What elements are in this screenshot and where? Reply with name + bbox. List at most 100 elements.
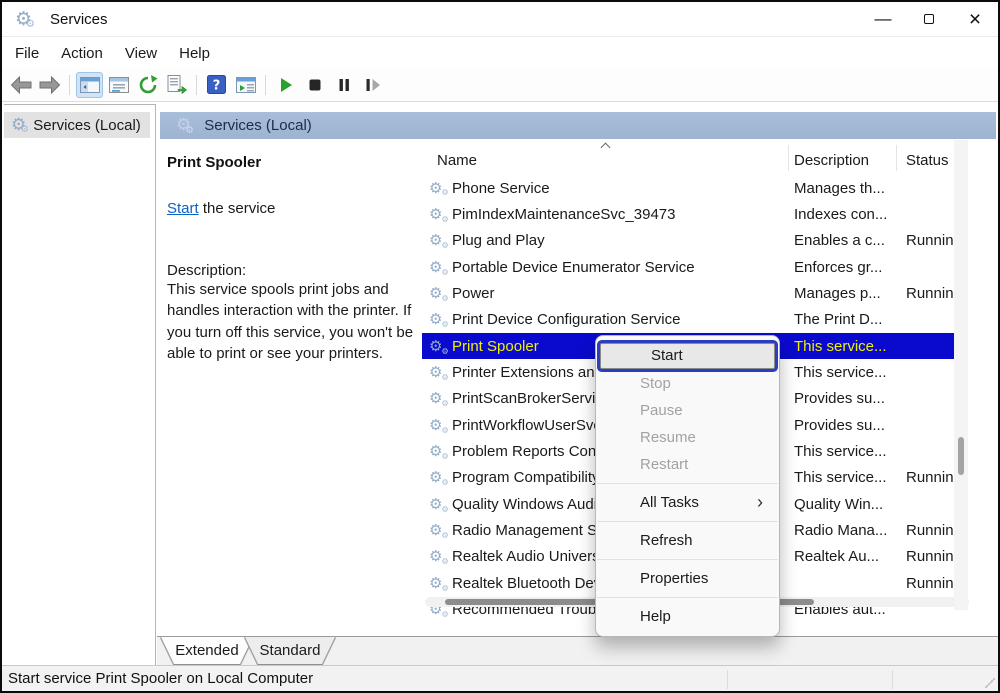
properties-window-icon[interactable]: [105, 72, 132, 98]
cell-description: Manages th...: [794, 180, 885, 197]
close-icon: ×: [969, 9, 981, 30]
back-arrow-icon[interactable]: [7, 72, 34, 98]
table-row[interactable]: PimIndexMaintenanceSvc_39473 Indexes con…: [422, 201, 955, 227]
tab-standard[interactable]: Standard: [245, 637, 335, 664]
services-window: Services — × File Action View Help: [0, 0, 1000, 693]
service-gear-icon: [429, 312, 449, 327]
service-gear-icon: [429, 444, 449, 459]
pane-header: Services (Local): [160, 112, 996, 139]
restart-service-icon[interactable]: [359, 72, 386, 98]
start-service-icon[interactable]: [272, 72, 299, 98]
gear-icon: [15, 10, 32, 29]
export-list-icon[interactable]: [163, 72, 190, 98]
vertical-scrollbar[interactable]: [954, 140, 968, 610]
gear-icon: [176, 117, 191, 134]
table-row[interactable]: Portable Device Enumerator Service Enfor…: [422, 254, 955, 280]
pane-header-title: Services (Local): [204, 117, 312, 134]
service-name-heading: Print Spooler: [167, 154, 422, 171]
menu-file[interactable]: File: [4, 42, 50, 65]
description-text: This service spools print jobs and handl…: [167, 279, 425, 364]
start-service-line-rest: the service: [199, 200, 276, 217]
menu-item-label: Start: [651, 347, 683, 364]
context-menu-item[interactable]: All Tasks ›: [596, 489, 779, 516]
cell-description: This service...: [794, 364, 887, 381]
cell-description: This service...: [794, 338, 887, 355]
service-gear-icon: [429, 339, 449, 354]
cell-name: PrintScanBrokerService: [452, 390, 611, 407]
table-row[interactable]: Print Device Configuration Service The P…: [422, 307, 955, 333]
titlebar: Services — ×: [2, 2, 998, 37]
column-header-description[interactable]: Description: [794, 152, 869, 169]
cell-name: Plug and Play: [452, 232, 545, 249]
stop-service-icon[interactable]: [301, 72, 328, 98]
service-detail-panel: Print Spooler Start the service Descript…: [167, 139, 422, 665]
show-action-pane-icon[interactable]: [232, 72, 259, 98]
context-menu-item[interactable]: Pause: [596, 397, 779, 424]
cell-description: Provides su...: [794, 390, 885, 407]
cell-name: Print Spooler: [452, 338, 539, 355]
service-gear-icon: [429, 181, 449, 196]
minimize-button[interactable]: —: [860, 2, 906, 36]
cell-description: This service...: [794, 469, 887, 486]
list-header: Name Description Status: [422, 139, 955, 175]
help-icon[interactable]: ?: [203, 72, 230, 98]
service-gear-icon: [429, 365, 449, 380]
toolbar: ?: [2, 68, 998, 102]
context-menu: Start Stop Pause: [595, 335, 780, 637]
menu-separator: [597, 483, 778, 484]
cell-description: Enables a c...: [794, 232, 885, 249]
close-button[interactable]: ×: [952, 2, 998, 36]
start-service-line: Start the service: [167, 200, 422, 217]
services-app-icon: [15, 10, 41, 29]
service-gear-icon: [429, 497, 449, 512]
table-row[interactable]: Phone Service Manages th...: [422, 175, 955, 201]
service-gear-icon: [429, 576, 449, 591]
column-divider[interactable]: [896, 145, 897, 171]
service-gear-icon: [429, 470, 449, 485]
table-row[interactable]: Power Manages p... Running: [422, 280, 955, 306]
context-menu-item[interactable]: Stop: [596, 370, 779, 397]
cell-description: Provides su...: [794, 417, 885, 434]
show-console-tree-icon[interactable]: [76, 72, 103, 98]
context-menu-item[interactable]: Start: [600, 343, 775, 369]
refresh-icon[interactable]: [134, 72, 161, 98]
menu-help[interactable]: Help: [168, 42, 221, 65]
cell-name: Power: [452, 285, 495, 302]
cell-description: Indexes con...: [794, 206, 887, 223]
cell-name: Phone Service: [452, 180, 550, 197]
sort-ascending-icon: [601, 143, 611, 153]
pause-service-icon[interactable]: [330, 72, 357, 98]
service-gear-icon: [429, 286, 449, 301]
maximize-button[interactable]: [906, 2, 952, 36]
start-service-link[interactable]: Start: [167, 200, 199, 217]
service-gear-icon: [429, 233, 449, 248]
vertical-scrollbar-thumb[interactable]: [958, 437, 964, 475]
context-menu-item[interactable]: Help: [596, 603, 779, 630]
cell-description: Enforces gr...: [794, 259, 882, 276]
menu-action[interactable]: Action: [50, 42, 114, 65]
window-title: Services: [50, 11, 108, 28]
submenu-chevron-icon: ›: [757, 489, 763, 516]
context-menu-item[interactable]: Resume: [596, 424, 779, 451]
service-gear-icon: [429, 207, 449, 222]
tab-extended[interactable]: Extended: [161, 637, 253, 664]
toolbar-separator: [265, 75, 266, 95]
column-divider[interactable]: [788, 145, 789, 171]
cell-description: Manages p...: [794, 285, 881, 302]
statusbar-pane-divider: [892, 670, 893, 689]
column-header-name[interactable]: Name: [437, 152, 477, 169]
context-menu-item[interactable]: Properties: [596, 565, 779, 592]
toolbar-separator: [69, 75, 70, 95]
forward-arrow-icon[interactable]: [36, 72, 63, 98]
resize-grip-icon[interactable]: [985, 678, 995, 688]
svg-text:?: ?: [213, 79, 221, 94]
console-tree-panel: Services (Local): [4, 104, 156, 665]
context-menu-item[interactable]: Restart: [596, 451, 779, 478]
view-tabs: Extended Standard: [157, 636, 998, 665]
menu-view[interactable]: View: [114, 42, 168, 65]
context-menu-item[interactable]: Refresh: [596, 527, 779, 554]
cell-description: The Print D...: [794, 311, 882, 328]
tree-item-services-local[interactable]: Services (Local): [4, 112, 150, 138]
column-header-status[interactable]: Status: [906, 152, 949, 169]
table-row[interactable]: Plug and Play Enables a c... Running: [422, 228, 955, 254]
